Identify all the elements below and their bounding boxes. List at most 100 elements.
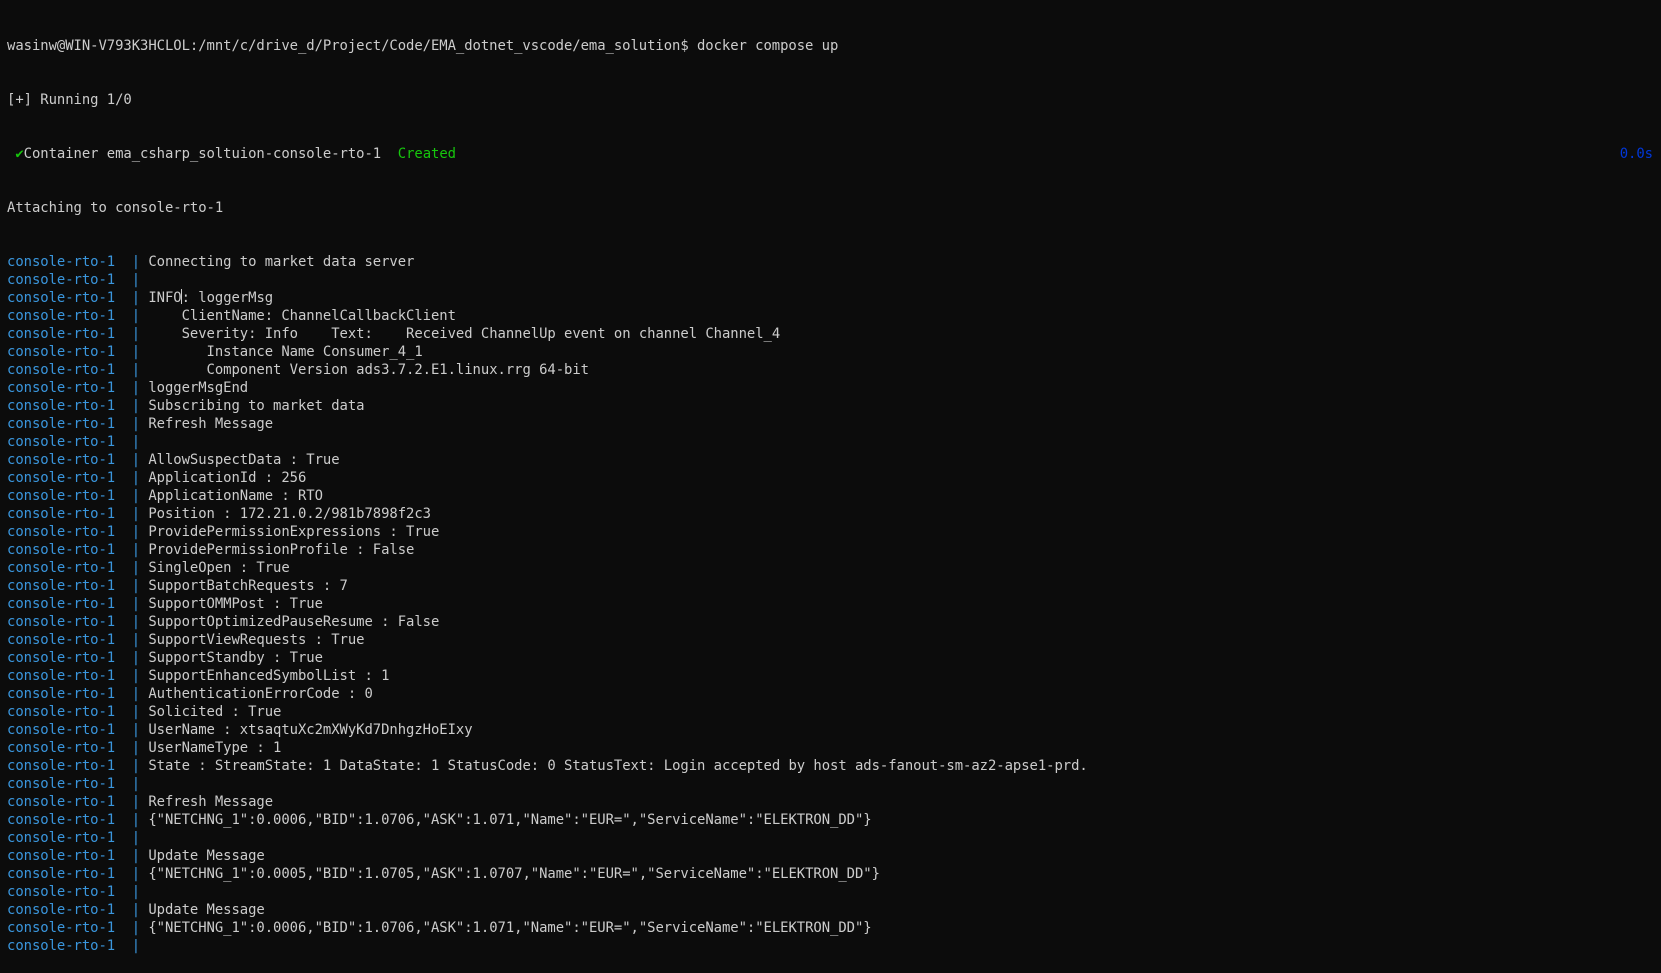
- log-separator: |: [131, 938, 141, 954]
- service-prefix: console-rto-1: [7, 524, 116, 540]
- attaching-line: Attaching to console-rto-1: [7, 200, 224, 216]
- log-separator: |: [131, 524, 141, 540]
- service-prefix: console-rto-1: [7, 506, 116, 522]
- log-separator: |: [131, 920, 141, 936]
- service-prefix: console-rto-1: [7, 434, 116, 450]
- service-prefix: console-rto-1: [7, 596, 116, 612]
- log-separator: |: [131, 362, 141, 378]
- log-line: console-rto-1 | ApplicationId : 256: [7, 469, 1661, 487]
- service-prefix: console-rto-1: [7, 704, 116, 720]
- service-prefix: console-rto-1: [7, 884, 116, 900]
- service-prefix: console-rto-1: [7, 470, 116, 486]
- log-line: console-rto-1 | SupportEnhancedSymbolLis…: [7, 667, 1661, 685]
- service-prefix: console-rto-1: [7, 848, 116, 864]
- log-separator: |: [131, 776, 141, 792]
- service-prefix: console-rto-1: [7, 614, 116, 630]
- log-message: ApplicationName : RTO: [140, 488, 323, 504]
- log-line: console-rto-1 | Solicited : True: [7, 703, 1661, 721]
- service-prefix: console-rto-1: [7, 686, 116, 702]
- service-prefix: console-rto-1: [7, 794, 116, 810]
- log-separator: |: [131, 308, 141, 324]
- log-separator: |: [131, 290, 141, 306]
- log-separator: |: [131, 488, 141, 504]
- log-line: console-rto-1 |: [7, 775, 1661, 793]
- log-separator: |: [131, 272, 141, 288]
- service-prefix: console-rto-1: [7, 758, 116, 774]
- log-separator: |: [131, 722, 141, 738]
- service-prefix: console-rto-1: [7, 560, 116, 576]
- log-message: AllowSuspectData : True: [140, 452, 340, 468]
- log-line: console-rto-1 | {"NETCHNG_1":0.0005,"BID…: [7, 865, 1661, 883]
- log-separator: |: [131, 254, 141, 270]
- log-line: console-rto-1 | UserNameType : 1: [7, 739, 1661, 757]
- service-prefix: console-rto-1: [7, 488, 116, 504]
- log-message: ProvidePermissionExpressions : True: [140, 524, 440, 540]
- service-prefix: console-rto-1: [7, 542, 116, 558]
- log-message: AuthenticationErrorCode : 0: [140, 686, 373, 702]
- log-separator: |: [131, 902, 141, 918]
- log-message: SupportBatchRequests : 7: [140, 578, 348, 594]
- log-message: Update Message: [140, 902, 265, 918]
- log-separator: |: [131, 650, 141, 666]
- service-prefix: console-rto-1: [7, 290, 116, 306]
- log-message: UserName : xtsaqtuXc2mXWyKd7DnhgzHoEIxy: [140, 722, 473, 738]
- log-separator: |: [131, 866, 141, 882]
- log-line: console-rto-1 | {"NETCHNG_1":0.0006,"BID…: [7, 811, 1661, 829]
- log-message: SingleOpen : True: [140, 560, 290, 576]
- log-message: INFO: [140, 290, 182, 306]
- log-message: Refresh Message: [140, 416, 274, 432]
- log-message: SupportOMMPost : True: [140, 596, 323, 612]
- service-prefix: console-rto-1: [7, 452, 116, 468]
- service-prefix: console-rto-1: [7, 668, 116, 684]
- service-prefix: console-rto-1: [7, 344, 116, 360]
- elapsed-time: 0.0s: [1619, 146, 1653, 162]
- log-message: Subscribing to market data: [140, 398, 365, 414]
- service-prefix: console-rto-1: [7, 866, 116, 882]
- terminal-window[interactable]: wasinw@WIN-V793K3HCLOL:/mnt/c/drive_d/Pr…: [7, 1, 1661, 954]
- container-status-badge: Created: [397, 146, 456, 162]
- log-line: console-rto-1 | Refresh Message: [7, 793, 1661, 811]
- log-line: console-rto-1 | ProvidePermissionExpress…: [7, 523, 1661, 541]
- log-message: Solicited : True: [140, 704, 282, 720]
- log-separator: |: [131, 740, 141, 756]
- shell-prompt-line: wasinw@WIN-V793K3HCLOL:/mnt/c/drive_d/Pr…: [7, 38, 839, 54]
- log-separator: |: [131, 452, 141, 468]
- log-separator: |: [131, 794, 141, 810]
- log-output: console-rto-1 | Connecting to market dat…: [7, 253, 1661, 955]
- log-message: Connecting to market data server: [140, 254, 415, 270]
- log-separator: |: [131, 542, 141, 558]
- log-line: console-rto-1 |: [7, 883, 1661, 901]
- log-message: Component Version ads3.7.2.E1.linux.rrg …: [140, 362, 589, 378]
- log-line: console-rto-1 |: [7, 271, 1661, 289]
- log-line: console-rto-1 | State : StreamState: 1 D…: [7, 757, 1661, 775]
- container-label: Container ema_csharp_soltuion-console-rt…: [23, 146, 382, 162]
- log-line: console-rto-1 | ProvidePermissionProfile…: [7, 541, 1661, 559]
- log-separator: |: [131, 848, 141, 864]
- log-message: {"NETCHNG_1":0.0006,"BID":1.0706,"ASK":1…: [140, 920, 872, 936]
- log-line: console-rto-1 | Instance Name Consumer_4…: [7, 343, 1661, 361]
- service-prefix: console-rto-1: [7, 416, 116, 432]
- log-line: console-rto-1 | Severity: Info Text: Rec…: [7, 325, 1661, 343]
- log-line: console-rto-1 | AllowSuspectData : True: [7, 451, 1661, 469]
- log-line: console-rto-1 | SupportViewRequests : Tr…: [7, 631, 1661, 649]
- service-prefix: console-rto-1: [7, 776, 116, 792]
- service-prefix: console-rto-1: [7, 920, 116, 936]
- log-separator: |: [131, 758, 141, 774]
- log-line: console-rto-1 | loggerMsgEnd: [7, 379, 1661, 397]
- service-prefix: console-rto-1: [7, 380, 116, 396]
- service-prefix: console-rto-1: [7, 722, 116, 738]
- log-message: SupportViewRequests : True: [140, 632, 365, 648]
- service-prefix: console-rto-1: [7, 254, 116, 270]
- log-message: UserNameType : 1: [140, 740, 282, 756]
- service-prefix: console-rto-1: [7, 650, 116, 666]
- log-line: console-rto-1 | ClientName: ChannelCallb…: [7, 307, 1661, 325]
- log-line: console-rto-1 | UserName : xtsaqtuXc2mXW…: [7, 721, 1661, 739]
- service-prefix: console-rto-1: [7, 398, 116, 414]
- service-prefix: console-rto-1: [7, 830, 116, 846]
- log-message: Refresh Message: [140, 794, 274, 810]
- log-line: console-rto-1 | SingleOpen : True: [7, 559, 1661, 577]
- log-line: console-rto-1 | SupportBatchRequests : 7: [7, 577, 1661, 595]
- log-message: State : StreamState: 1 DataState: 1 Stat…: [140, 758, 1088, 774]
- log-separator: |: [131, 704, 141, 720]
- log-message-suffix: : loggerMsg: [181, 290, 274, 306]
